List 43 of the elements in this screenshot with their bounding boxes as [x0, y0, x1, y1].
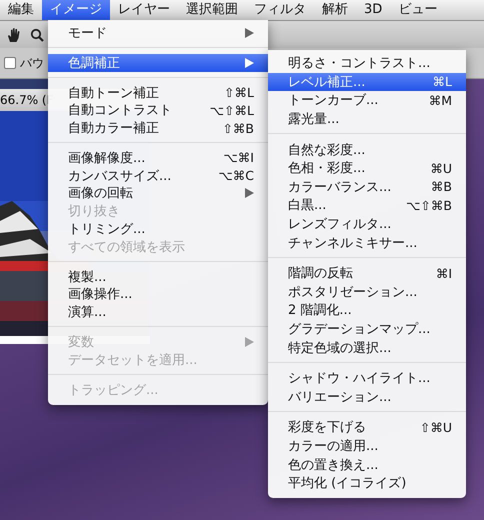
menu-bar-item[interactable]: 編集 — [0, 0, 42, 20]
menu-item[interactable]: レンズフィルタ... — [268, 214, 466, 234]
magnifier-icon[interactable] — [30, 28, 44, 42]
menu-bar-item[interactable]: 選択範囲 — [178, 0, 246, 20]
menu-item[interactable]: バリエーション... — [268, 388, 466, 406]
menu-item[interactable]: カラーの適用... — [268, 436, 466, 456]
menu-item[interactable]: グラデーションマップ... — [268, 320, 466, 338]
menu-item[interactable]: 明るさ・コントラスト... — [268, 54, 466, 73]
menu-item[interactable]: 色相・彩度... ⌘U — [268, 158, 466, 178]
menu-item[interactable]: モード — [48, 24, 268, 42]
menu-item[interactable]: シャドウ・ハイライト... — [268, 368, 466, 388]
menu-bar-item[interactable]: レイヤー — [110, 0, 178, 20]
menu-item[interactable]: 画像の回転 — [48, 184, 268, 202]
menu-item[interactable]: 自然な彩度... — [268, 140, 466, 159]
menu-bar-item[interactable]: 3D — [356, 0, 390, 20]
menu-bar-item[interactable]: フィルタ — [246, 0, 314, 20]
menu-item[interactable]: 自動カラー補正 ⇧⌘B — [48, 119, 268, 137]
menu-item[interactable]: ポスタリゼーション... — [268, 282, 466, 302]
menu-item[interactable]: 露光量... — [268, 110, 466, 128]
menu-item[interactable]: レベル補正... ⌘L — [268, 72, 466, 92]
menu-item[interactable]: 平均化 (イコライズ) — [268, 474, 466, 492]
menu-item[interactable]: 色調補正 — [48, 54, 268, 72]
menu-item[interactable]: 色の置き換え... — [268, 455, 466, 474]
menu-item[interactable]: 2 階調化... — [268, 301, 466, 320]
menu-item[interactable]: 画像解像度... ⌥⌘I — [48, 148, 268, 167]
checkbox-label: バウ — [20, 54, 44, 72]
menu-bar-item[interactable]: 解析 — [314, 0, 356, 20]
menu-item[interactable]: トーンカーブ... ⌘M — [268, 91, 466, 110]
checkbox[interactable] — [4, 57, 16, 69]
menu-item[interactable]: 階調の反転 ⌘I — [268, 264, 466, 283]
menu-bar-item[interactable]: ビュー — [390, 0, 446, 20]
menu-item[interactable]: チャンネルミキサー... — [268, 233, 466, 252]
menu-item[interactable]: トリミング... — [48, 220, 268, 238]
menu-item[interactable]: 複製... — [48, 268, 268, 286]
menu-item[interactable]: 特定色域の選択... — [268, 338, 466, 357]
menu-bar-item[interactable]: イメージ — [42, 0, 110, 20]
menu-item[interactable]: 画像操作... — [48, 286, 268, 304]
menu-item[interactable]: 演算... — [48, 303, 268, 322]
hand-icon[interactable] — [6, 26, 22, 42]
menu-item[interactable]: 彩度を下げる ⇧⌘U — [268, 418, 466, 437]
menu-item[interactable]: 白黒... ⌥⇧⌘B — [268, 196, 466, 215]
menu-item[interactable]: カラーバランス... ⌘B — [268, 178, 466, 196]
menu-item[interactable]: カンバスサイズ... ⌥⌘C — [48, 166, 268, 185]
